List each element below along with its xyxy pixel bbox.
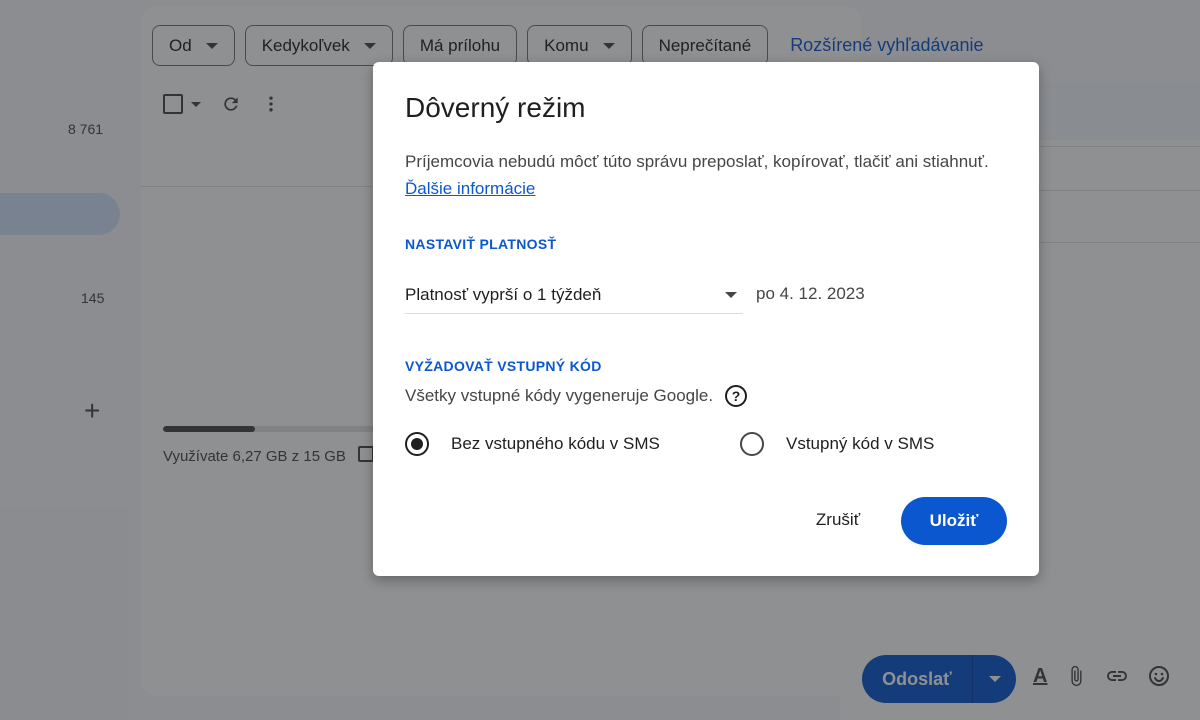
radio-checked-icon[interactable] bbox=[405, 432, 429, 456]
expiry-date: po 4. 12. 2023 bbox=[756, 284, 865, 303]
chevron-down-icon bbox=[725, 291, 737, 298]
radio-dot bbox=[411, 438, 423, 450]
confidential-mode-dialog: Dôverný režim Príjemcovia nebudú môcť tú… bbox=[373, 62, 1039, 576]
expiry-select[interactable]: Platnosť vyprší o 1 týždeň bbox=[405, 280, 743, 314]
learn-more-link[interactable]: Ďalšie informácie bbox=[405, 179, 535, 198]
radio-unchecked-icon[interactable] bbox=[740, 432, 764, 456]
expiry-selected-value: Platnosť vyprší o 1 týždeň bbox=[405, 284, 602, 304]
dialog-description: Príjemcovia nebudú môcť túto správu prep… bbox=[405, 148, 1005, 202]
dialog-title: Dôverný režim bbox=[405, 92, 586, 123]
radio-sms-passcode[interactable]: Vstupný kód v SMS bbox=[740, 432, 934, 456]
radio-label: Bez vstupného kódu v SMS bbox=[451, 434, 660, 453]
help-icon[interactable]: ? bbox=[725, 385, 748, 407]
description-text: Príjemcovia nebudú môcť túto správu prep… bbox=[405, 152, 989, 171]
save-button[interactable]: Uložiť bbox=[901, 497, 1007, 545]
radio-no-sms-passcode[interactable]: Bez vstupného kódu v SMS bbox=[405, 432, 660, 456]
passcode-note: Všetky vstupné kódy vygeneruje Google. ? bbox=[405, 385, 748, 407]
passcode-note-text: Všetky vstupné kódy vygeneruje Google. bbox=[405, 386, 714, 405]
expiry-section-label: NASTAVIŤ PLATNOSŤ bbox=[405, 236, 557, 252]
cancel-button[interactable]: Zrušiť bbox=[801, 498, 875, 542]
passcode-section-label: VYŽADOVAŤ VSTUPNÝ KÓD bbox=[405, 358, 602, 374]
radio-label: Vstupný kód v SMS bbox=[786, 434, 935, 453]
